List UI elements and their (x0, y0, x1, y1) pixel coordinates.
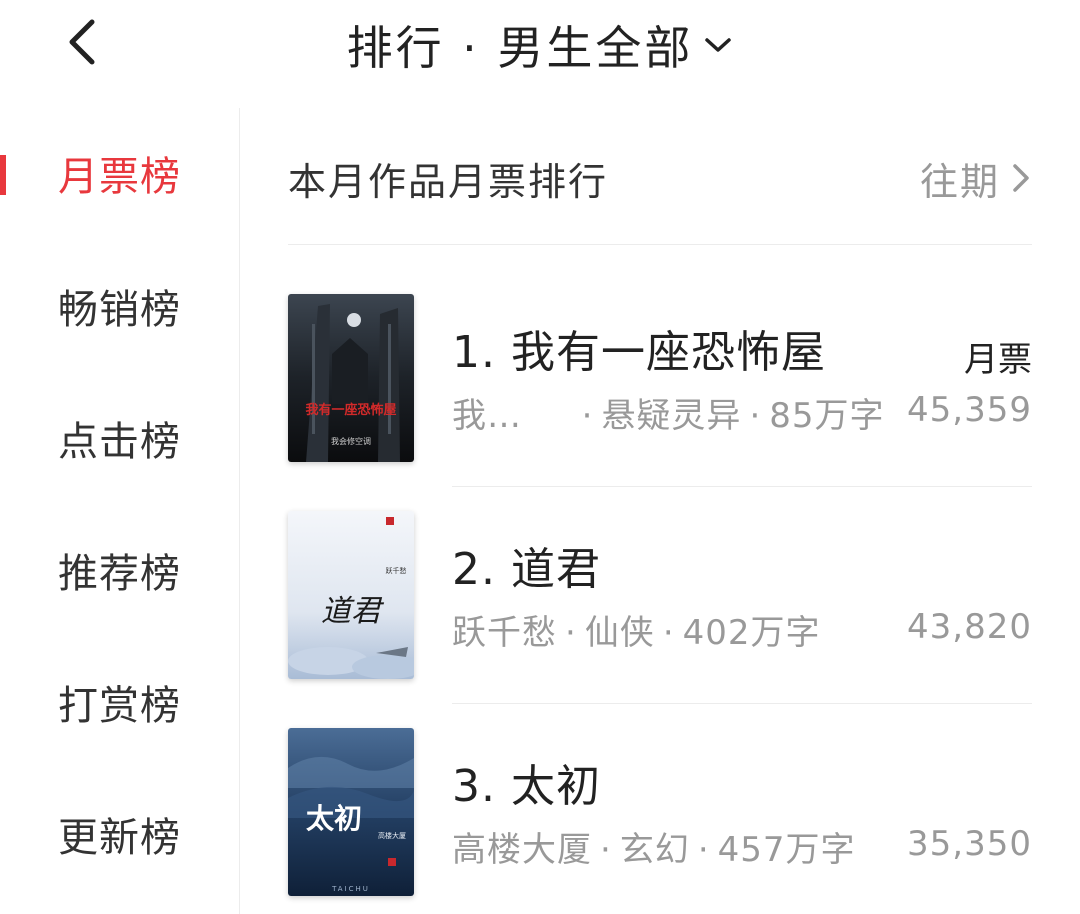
book-title: 2. 道君 (452, 544, 601, 595)
sidebar-item-recommend[interactable]: 推荐榜 (0, 530, 240, 610)
sidebar-item-label: 月票榜 (58, 154, 181, 200)
divider (452, 703, 1032, 704)
sidebar-item-label: 打赏榜 (58, 683, 181, 729)
page-title: 排行 · 男生全部 (346, 21, 694, 75)
divider (288, 244, 1032, 245)
sidebar-item-clicks[interactable]: 点击榜 (0, 398, 240, 478)
book-item[interactable]: 我有一座恐怖屋 我会修空调 1. 我有一座恐怖屋 月票 我… · 悬疑灵异 · 85万… (288, 294, 1032, 484)
book-author: 跃千愁 (452, 613, 557, 653)
vote-label: 月票 (964, 340, 1032, 380)
sidebar-item-label: 点击榜 (58, 419, 181, 465)
top-bar: 排行 · 男生全部 (0, 0, 1080, 90)
book-title: 3. 太初 (452, 761, 601, 812)
chevron-down-icon (705, 38, 732, 52)
book-title: 1. 我有一座恐怖屋 (452, 327, 826, 378)
cover-author-text: 我会修空调 (331, 436, 371, 446)
sidebar-item-bestseller[interactable]: 畅销榜 (0, 266, 240, 346)
section-title: 本月作品月票排行 (288, 159, 609, 204)
book-item[interactable]: 道君 跃千愁 2. 道君 跃千愁 · 仙侠 · 402万字 43,820 (288, 511, 1032, 701)
history-link[interactable]: 往期 (920, 151, 1032, 206)
book-item[interactable]: 太初 高楼大厦 TAICHU 3. 太初 高楼大厦 · 玄幻 · 457万字 35,35… (288, 728, 1032, 914)
cover-title-text: 道君 (321, 594, 385, 629)
cover-title-text: 我有一座恐怖屋 (305, 402, 396, 418)
sidebar-item-monthly-votes[interactable]: 月票榜 (0, 133, 240, 213)
book-meta: 我… · 悬疑灵异 · 85万字 (452, 396, 885, 436)
ranking-category-dropdown[interactable]: 排行 · 男生全部 (347, 12, 734, 78)
history-label: 往期 (919, 159, 1000, 204)
book-word-count: 457万字 (717, 830, 856, 870)
book-cover: 太初 高楼大厦 TAICHU (288, 728, 414, 896)
sidebar-item-label: 更新榜 (58, 815, 181, 861)
sidebar-item-updates[interactable]: 更新榜 (0, 794, 240, 874)
cover-author-text: 高楼大厦 (378, 831, 406, 840)
sidebar-item-label: 推荐榜 (58, 551, 181, 597)
cover-title-text: 太初 (306, 802, 362, 835)
book-meta: 跃千愁 · 仙侠 · 402万字 (452, 613, 821, 653)
sidebar-item-tips[interactable]: 打赏榜 (0, 662, 240, 742)
divider (452, 486, 1032, 487)
cover-author-text: 跃千愁 (386, 566, 407, 575)
book-author: 我… (452, 396, 522, 436)
vote-count: 35,350 (907, 824, 1032, 864)
book-genre: 玄幻 (619, 830, 690, 870)
title-container: 排行 · 男生全部 (0, 0, 1080, 90)
chevron-right-icon (1013, 164, 1029, 192)
book-cover: 道君 跃千愁 (288, 511, 414, 679)
active-indicator (0, 155, 6, 195)
book-genre: 仙侠 (584, 613, 655, 653)
book-author: 高楼大厦 (452, 830, 592, 870)
section-header: 本月作品月票排行 往期 (288, 138, 1032, 218)
sidebar-item-label: 畅销榜 (58, 287, 181, 333)
ranking-sidebar: 月票榜 畅销榜 点击榜 推荐榜 打赏榜 更新榜 (0, 108, 240, 914)
book-genre: 悬疑灵异 (601, 396, 742, 436)
book-cover: 我有一座恐怖屋 我会修空调 (288, 294, 414, 462)
book-word-count: 402万字 (682, 613, 821, 653)
vote-count: 43,820 (907, 607, 1032, 647)
book-meta: 高楼大厦 · 玄幻 · 457万字 (452, 830, 856, 870)
cover-pinyin-text: TAICHU (331, 885, 370, 893)
vote-count: 45,359 (907, 390, 1032, 430)
book-word-count: 85万字 (769, 396, 885, 436)
